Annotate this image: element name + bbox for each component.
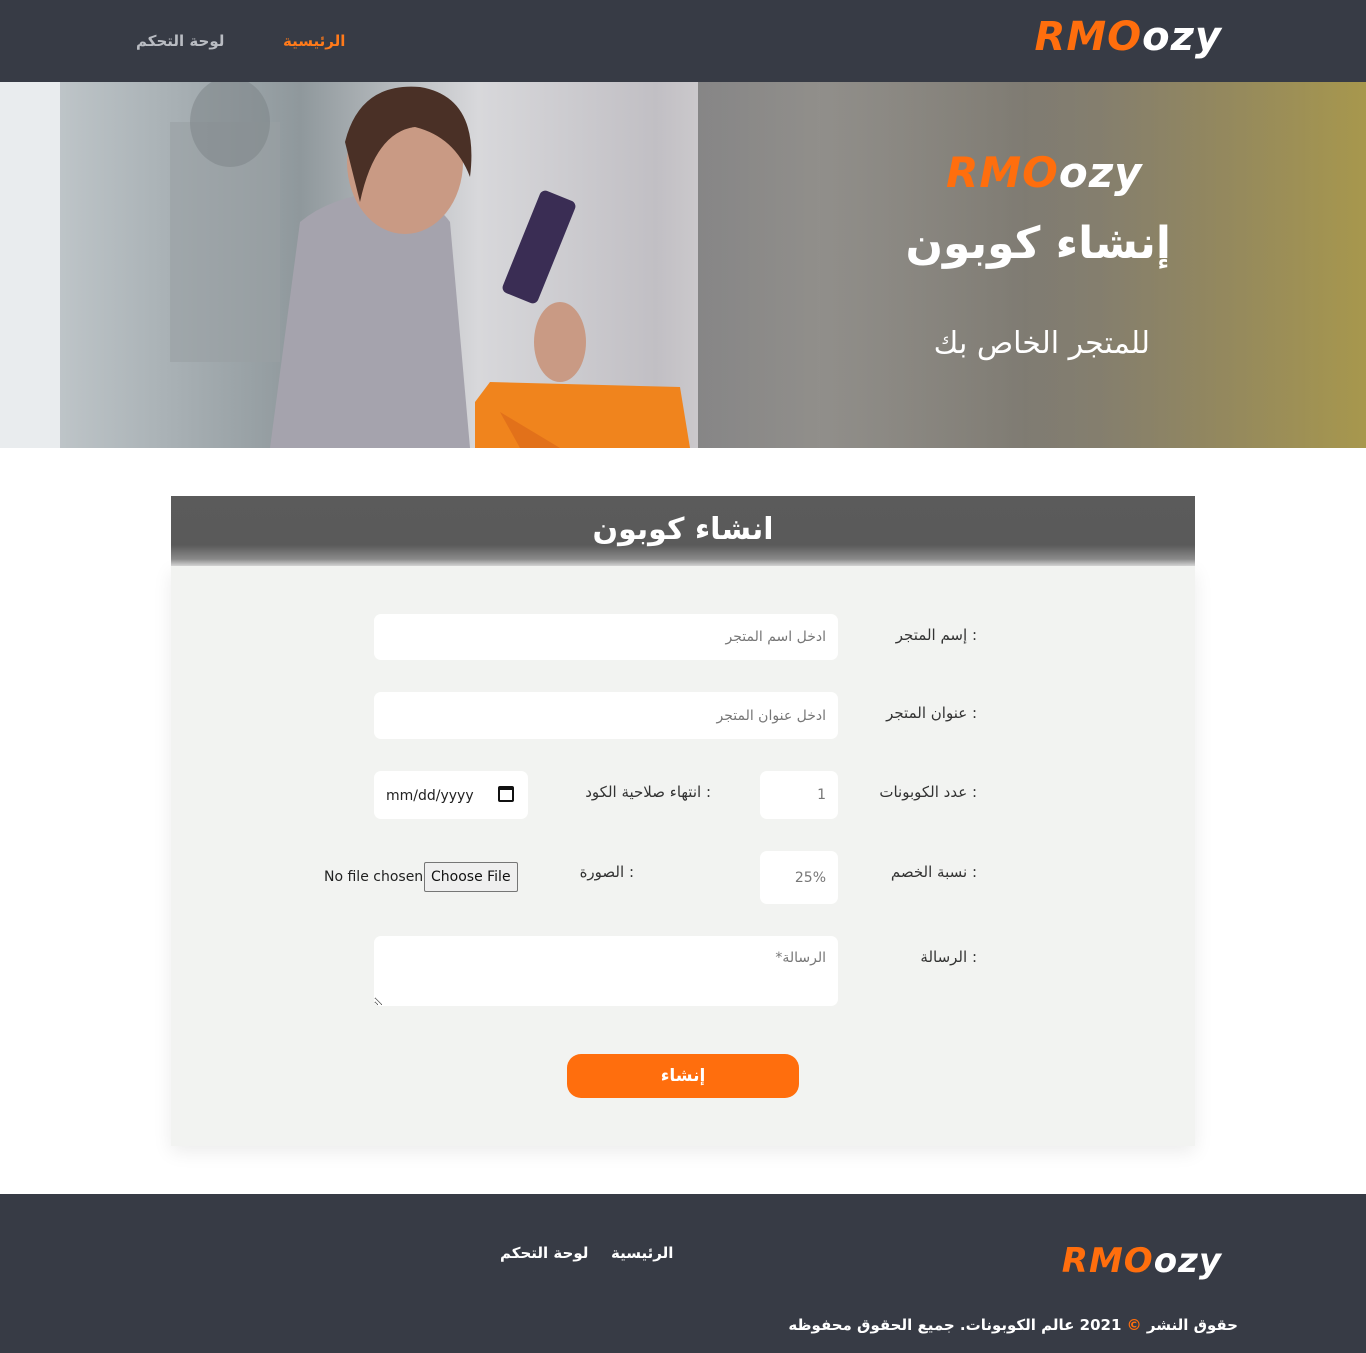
store-name-input[interactable] — [374, 614, 838, 660]
store-address-label: عنوان المتجر : — [886, 704, 977, 722]
hero-banner: RMOozy إنشاء كوبون للمتجر الخاص بك — [0, 82, 1366, 448]
image-label: الصورة : — [579, 863, 634, 881]
footer-dashboard-link[interactable]: لوحة التحكم — [500, 1244, 588, 1262]
nav-dashboard-link[interactable]: لوحة التحكم — [136, 32, 224, 50]
store-address-input[interactable] — [374, 692, 838, 739]
copyright-text: حقوق النشر © 2021 عالم الكوبونات. جميع ا… — [788, 1316, 1238, 1334]
discount-input[interactable] — [760, 851, 838, 904]
choose-file-button[interactable]: Choose File — [424, 862, 518, 892]
message-textarea[interactable] — [374, 936, 838, 1006]
footer-logo-part1: RMO — [1061, 1241, 1154, 1281]
form-title: انشاء كوبون — [592, 512, 774, 547]
hero-title: إنشاء كوبون — [905, 218, 1171, 269]
expiry-label: انتهاء صلاحية الكود : — [585, 783, 711, 801]
copyright-prefix: حقوق النشر — [1146, 1316, 1238, 1334]
hero-image — [0, 82, 698, 448]
store-name-label: إسم المتجر : — [895, 626, 977, 644]
footer: RMOozy الرئيسية لوحة التحكم حقوق النشر ©… — [0, 1194, 1366, 1353]
brand-logo[interactable]: RMOozy — [1035, 14, 1222, 60]
brand-logo-part2: ozy — [1142, 14, 1222, 60]
footer-logo-part2: ozy — [1153, 1241, 1222, 1281]
file-status: No file chosen — [324, 869, 424, 885]
discount-label: نسبة الخصم : — [890, 863, 977, 881]
coupon-count-label: عدد الكوبونات : — [879, 783, 977, 801]
footer-home-link[interactable]: الرئيسية — [611, 1244, 673, 1262]
footer-brand-logo[interactable]: RMOozy — [1062, 1241, 1222, 1281]
brand-logo-part1: RMO — [1034, 14, 1143, 60]
expiry-date-input[interactable]: mm/dd/yyyy — [374, 771, 528, 819]
hero-brand-logo: RMOozy — [946, 148, 1143, 197]
hero-logo-part1: RMO — [946, 148, 1059, 197]
top-navbar: RMOozy الرئيسية لوحة التحكم — [0, 0, 1366, 82]
message-label: الرسالة : — [920, 948, 977, 966]
nav-home-link[interactable]: الرئيسية — [283, 32, 345, 50]
hero-subtitle: للمتجر الخاص بك — [933, 326, 1150, 361]
copyright-symbol: © — [1126, 1316, 1142, 1334]
form-header: انشاء كوبون — [171, 496, 1195, 566]
copyright-body: 2021 عالم الكوبونات. جميع الحقوق محفوظه — [788, 1316, 1122, 1334]
hero-logo-part2: ozy — [1058, 148, 1143, 197]
expiry-date-value: mm/dd/yyyy — [386, 788, 474, 804]
calendar-icon[interactable] — [498, 786, 514, 802]
create-coupon-button[interactable]: إنشاء — [567, 1054, 799, 1098]
coupon-count-input[interactable] — [760, 771, 838, 819]
hero-photo-illustration — [0, 82, 690, 448]
